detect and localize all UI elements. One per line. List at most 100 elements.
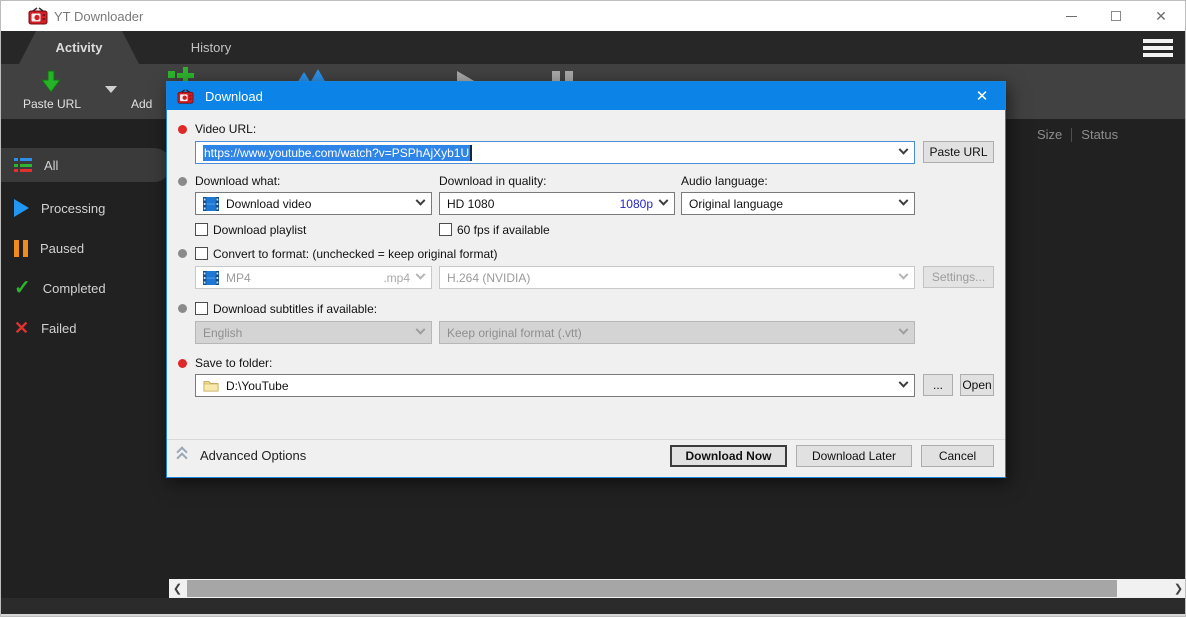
convert-format-label: Convert to format: (unchecked = keep ori… xyxy=(213,247,497,261)
video-url-value[interactable]: https://www.youtube.com/watch?v=PSPhAjXy… xyxy=(203,145,472,161)
subtitle-language-value: English xyxy=(203,326,242,340)
dialog-title: Download xyxy=(205,89,263,104)
film-icon xyxy=(203,271,219,285)
chevron-down-icon[interactable] xyxy=(899,145,909,155)
60fps-label: 60 fps if available xyxy=(457,223,550,237)
tab-activity-label: Activity xyxy=(56,40,103,55)
maximize-icon xyxy=(1111,11,1121,21)
quality-combobox[interactable]: HD 1080 1080p xyxy=(439,192,675,215)
sidebar-all-label: All xyxy=(44,158,58,173)
tab-history-label: History xyxy=(191,40,231,55)
folder-icon xyxy=(203,379,219,392)
app-tv-icon xyxy=(28,7,48,25)
sidebar-paused-label: Paused xyxy=(40,241,84,256)
chevron-down-icon[interactable] xyxy=(899,196,909,206)
x-icon: ✕ xyxy=(14,321,29,335)
minimize-button[interactable] xyxy=(1054,1,1088,31)
play-icon xyxy=(14,199,29,217)
column-header-size[interactable]: Size xyxy=(1037,127,1062,142)
green-down-arrow-icon xyxy=(39,70,63,94)
subtitle-language-combobox: English xyxy=(195,321,432,344)
sidebar-item-failed[interactable]: ✕ Failed xyxy=(1,311,171,345)
audio-language-combobox[interactable]: Original language xyxy=(681,192,915,215)
minimize-icon xyxy=(1066,16,1077,17)
sidebar-item-paused[interactable]: Paused xyxy=(1,231,171,265)
chevron-down-icon[interactable] xyxy=(416,196,426,206)
scroll-right-arrow[interactable]: ❯ xyxy=(1170,579,1186,598)
cancel-button[interactable]: Cancel xyxy=(921,445,994,467)
chevron-down-icon xyxy=(899,270,909,280)
quality-badge: 1080p xyxy=(620,197,653,211)
download-later-button[interactable]: Download Later xyxy=(796,445,912,467)
convert-format-checkbox[interactable] xyxy=(195,247,208,260)
download-playlist-label: Download playlist xyxy=(213,223,306,237)
chevron-down-icon[interactable] xyxy=(659,196,669,206)
tab-history[interactable]: History xyxy=(156,31,266,64)
browse-folder-button[interactable]: ... xyxy=(923,374,953,396)
toolbar-paste-url-button[interactable]: Paste URL xyxy=(23,97,81,111)
optional-bullet xyxy=(178,304,187,313)
dialog-close-button[interactable]: ✕ xyxy=(967,82,997,110)
download-what-value: Download video xyxy=(226,197,311,211)
hamburger-icon xyxy=(1143,39,1173,43)
add-icon-partial xyxy=(168,71,175,78)
video-url-combobox[interactable]: https://www.youtube.com/watch?v=PSPhAjXy… xyxy=(195,141,915,164)
sidebar-processing-label: Processing xyxy=(41,201,105,216)
download-what-label: Download what: xyxy=(195,174,280,188)
maximize-button[interactable] xyxy=(1099,1,1133,31)
sidebar-completed-label: Completed xyxy=(43,281,106,296)
menu-button[interactable] xyxy=(1143,38,1173,58)
60fps-checkbox[interactable] xyxy=(439,223,452,236)
check-icon: ✓ xyxy=(14,281,31,295)
codec-combobox: H.264 (NVIDIA) xyxy=(439,266,915,289)
toolbar-add-button[interactable]: Add xyxy=(131,97,152,111)
save-folder-combobox[interactable]: D:\YouTube xyxy=(195,374,915,397)
convert-format-value: MP4 xyxy=(226,271,251,285)
download-what-combobox[interactable]: Download video xyxy=(195,192,432,215)
sidebar-item-completed[interactable]: ✓ Completed xyxy=(1,271,171,305)
save-folder-label: Save to folder: xyxy=(195,356,272,370)
download-playlist-checkbox[interactable] xyxy=(195,223,208,236)
close-button[interactable]: ✕ xyxy=(1144,1,1178,31)
chevron-up-double-icon[interactable] xyxy=(178,448,192,462)
window-titlebar: YT Downloader ✕ xyxy=(1,1,1185,31)
status-strip xyxy=(1,598,1185,614)
subtitle-format-value: Keep original format (.vtt) xyxy=(447,326,582,340)
horizontal-scrollbar[interactable]: ❮ ❯ xyxy=(169,579,1186,598)
open-folder-button[interactable]: Open xyxy=(960,374,994,396)
tab-bar: Activity History xyxy=(1,31,1185,64)
audio-language-label: Audio language: xyxy=(681,174,768,188)
scrollbar-thumb[interactable] xyxy=(187,580,1117,597)
close-icon: ✕ xyxy=(1155,9,1167,23)
sidebar-item-all[interactable]: All xyxy=(1,148,171,182)
window-title: YT Downloader xyxy=(54,9,143,24)
column-header-status[interactable]: Status xyxy=(1081,127,1118,142)
convert-format-ext: .mp4 xyxy=(383,271,410,285)
chevron-down-icon[interactable] xyxy=(899,378,909,388)
paste-url-button[interactable]: Paste URL xyxy=(923,141,994,163)
app-window: YT Downloader ✕ Activity History Paste U… xyxy=(0,0,1186,617)
required-bullet xyxy=(178,359,187,368)
advanced-options-toggle[interactable]: Advanced Options xyxy=(200,448,306,463)
film-icon xyxy=(203,197,219,211)
quality-label: Download in quality: xyxy=(439,174,546,188)
list-icon xyxy=(14,158,32,172)
optional-bullet xyxy=(178,177,187,186)
subtitles-label: Download subtitles if available: xyxy=(213,302,377,316)
save-folder-value: D:\YouTube xyxy=(226,379,289,393)
required-bullet xyxy=(178,125,187,134)
scroll-left-arrow[interactable]: ❮ xyxy=(169,579,186,598)
sidebar-item-processing[interactable]: Processing xyxy=(1,191,171,225)
paste-url-dropdown-caret[interactable] xyxy=(105,86,117,93)
tab-activity[interactable]: Activity xyxy=(19,31,139,64)
subtitles-checkbox[interactable] xyxy=(195,302,208,315)
audio-language-value: Original language xyxy=(689,197,783,211)
sidebar-failed-label: Failed xyxy=(41,321,76,336)
footer-divider xyxy=(167,439,1005,440)
dialog-titlebar: Download ✕ xyxy=(167,82,1005,110)
subtitle-format-combobox: Keep original format (.vtt) xyxy=(439,321,915,344)
optional-bullet xyxy=(178,249,187,258)
download-now-button[interactable]: Download Now xyxy=(670,445,787,467)
codec-value: H.264 (NVIDIA) xyxy=(447,271,530,285)
quality-value: HD 1080 xyxy=(447,197,494,211)
